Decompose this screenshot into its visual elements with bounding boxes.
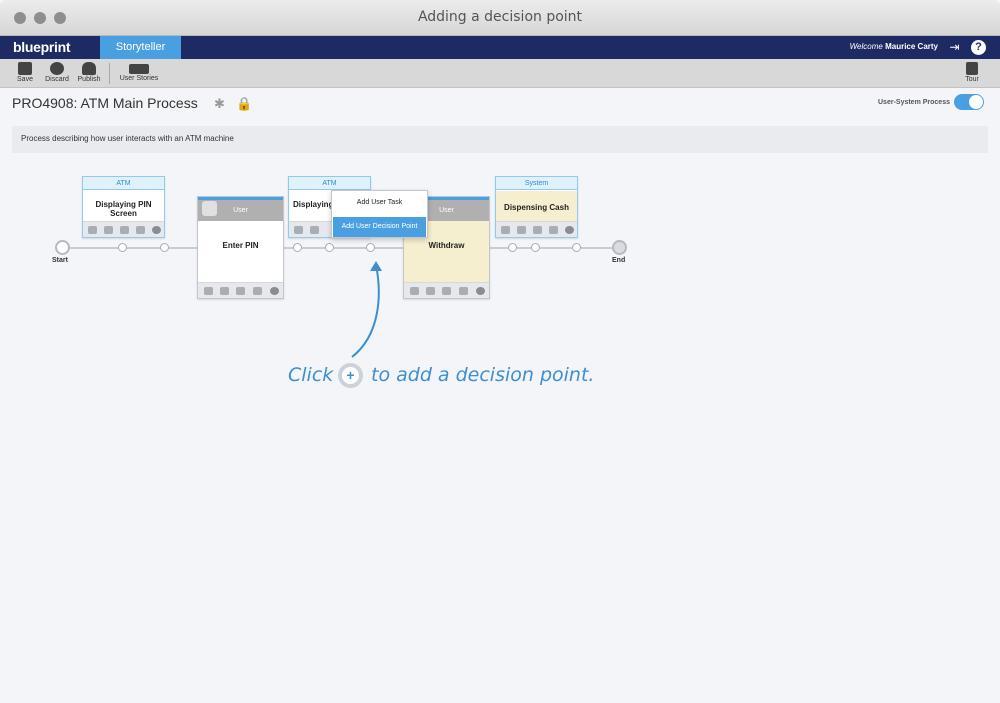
more-icon[interactable] <box>476 287 485 295</box>
add-step-button[interactable] <box>366 243 375 252</box>
card-toolbar <box>404 282 489 298</box>
add-step-button[interactable] <box>293 243 302 252</box>
page-title: PRO4908: ATM Main Process <box>12 95 198 111</box>
more-icon[interactable] <box>270 287 279 295</box>
settings-gear-icon[interactable]: ✱ <box>214 96 225 112</box>
window-title: Adding a decision point <box>417 9 583 25</box>
tour-label: Tour <box>965 76 979 83</box>
welcome-text: Welcome Maurice Carty <box>850 42 938 51</box>
system-task-card[interactable]: ATM Displaying PIN Screen <box>82 176 165 238</box>
link-icon[interactable] <box>236 287 245 295</box>
comment-icon[interactable] <box>501 226 510 234</box>
avatar <box>202 201 217 216</box>
card-toolbar <box>83 221 164 237</box>
comment-icon[interactable] <box>410 287 419 295</box>
help-icon[interactable]: ? <box>971 40 986 55</box>
annotation-arrow <box>351 261 382 358</box>
annotation-text-after: to add a decision point. <box>371 364 595 386</box>
tour-button[interactable]: Tour <box>960 62 984 83</box>
start-label: Start <box>52 257 68 264</box>
save-label: Save <box>17 76 33 83</box>
add-step-button[interactable] <box>572 243 581 252</box>
save-button[interactable]: Save <box>14 62 36 83</box>
add-step-button[interactable] <box>508 243 517 252</box>
save-icon <box>18 62 32 75</box>
publish-label: Publish <box>77 76 101 83</box>
app-window: Adding a decision point blueprint Storyt… <box>0 0 1000 703</box>
toggle-label: User-System Process <box>878 99 950 106</box>
discard-label: Discard <box>45 76 69 83</box>
link-icon[interactable] <box>442 287 451 295</box>
card-title: Displaying PIN Screen <box>95 200 152 218</box>
shuffle-icon[interactable] <box>426 287 435 295</box>
tab-storyteller[interactable]: Storyteller <box>100 36 181 59</box>
user-stories-label: User Stories <box>119 75 159 82</box>
image-icon[interactable] <box>549 226 558 234</box>
comment-icon[interactable] <box>294 226 303 234</box>
titlebar: Adding a decision point <box>0 0 1000 36</box>
signpost-icon <box>966 62 978 75</box>
image-icon[interactable] <box>136 226 145 234</box>
discard-button[interactable]: Discard <box>42 62 72 83</box>
discard-icon <box>50 62 64 75</box>
card-title: Dispensing Cash <box>496 191 577 221</box>
shuffle-icon[interactable] <box>517 226 526 234</box>
end-label: End <box>612 257 626 264</box>
shuffle-icon[interactable] <box>310 226 319 234</box>
add-step-button[interactable] <box>325 243 334 252</box>
comment-icon[interactable] <box>204 287 213 295</box>
toolbar-divider <box>109 63 110 84</box>
menu-item-add-user-task[interactable]: Add User Task <box>332 193 427 213</box>
menu-item-add-user-decision-point[interactable]: Add User Decision Point <box>333 217 426 237</box>
start-node[interactable] <box>55 240 70 255</box>
add-step-button[interactable] <box>118 243 127 252</box>
user-system-toggle[interactable] <box>954 94 984 110</box>
card-header: System <box>496 177 577 190</box>
process-description: Process describing how user interacts wi… <box>12 126 988 153</box>
user-stories-button[interactable]: User Stories <box>116 62 162 82</box>
publish-button[interactable]: Publish <box>75 62 103 83</box>
user-name: Maurice Carty <box>885 42 938 51</box>
more-icon[interactable] <box>152 226 161 234</box>
card-toolbar <box>198 282 283 298</box>
end-node[interactable] <box>612 240 627 255</box>
top-navbar: blueprint Storyteller Welcome Maurice Ca… <box>0 36 1000 59</box>
card-header: ATM <box>289 177 370 190</box>
system-task-card[interactable]: System Dispensing Cash <box>495 176 578 238</box>
link-icon[interactable] <box>533 226 542 234</box>
cloud-upload-icon <box>82 62 96 75</box>
card-header: ATM <box>83 177 164 190</box>
add-step-menu: Add User Task Add User Decision Point <box>331 190 428 238</box>
user-task-card[interactable]: User Enter PIN <box>197 196 284 299</box>
link-icon[interactable] <box>120 226 129 234</box>
plus-icon: + <box>338 363 363 388</box>
toolbar: Save Discard Publish User Stories Tour <box>0 59 1000 88</box>
logout-icon[interactable]: ⇥ <box>947 40 962 55</box>
blueprint-logo: blueprint <box>13 39 71 55</box>
add-step-button[interactable] <box>531 243 540 252</box>
image-icon[interactable] <box>253 287 262 295</box>
lock-icon[interactable]: 🔒 <box>236 96 252 112</box>
add-step-button[interactable] <box>160 243 169 252</box>
card-title: Enter PIN <box>222 241 259 250</box>
image-icon[interactable] <box>459 287 468 295</box>
shuffle-icon[interactable] <box>220 287 229 295</box>
card-toolbar <box>496 221 577 237</box>
welcome-prefix: Welcome <box>849 42 883 51</box>
user-stories-icon <box>129 64 149 74</box>
shuffle-icon[interactable] <box>104 226 113 234</box>
annotation-text-before: Click <box>288 364 334 386</box>
comment-icon[interactable] <box>88 226 97 234</box>
more-icon[interactable] <box>565 226 574 234</box>
